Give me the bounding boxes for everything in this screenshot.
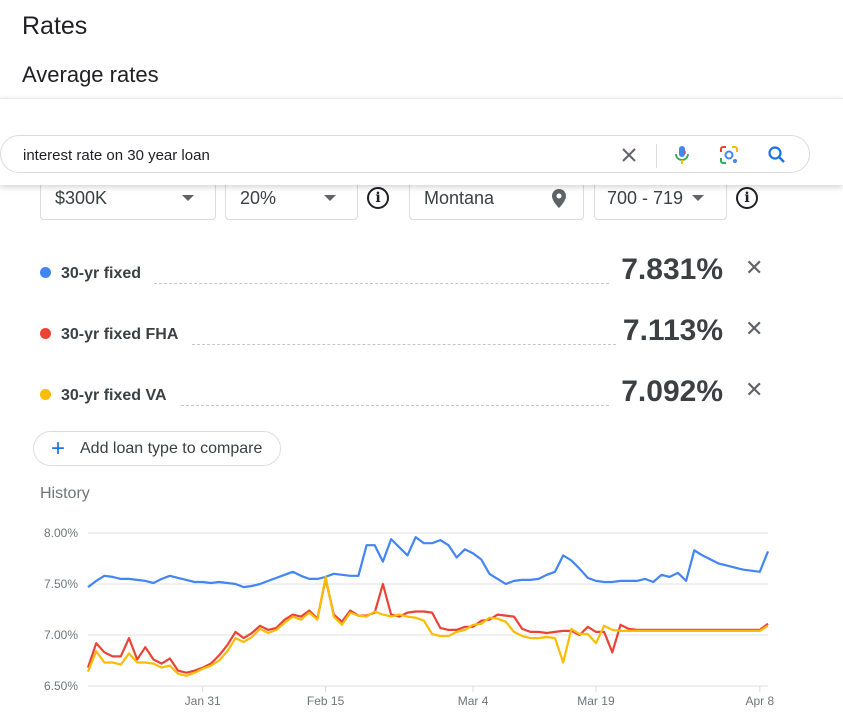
- plus-icon: +: [51, 435, 66, 462]
- rate-label: 30-yr fixed FHA: [61, 326, 179, 343]
- dotted-leader: [154, 283, 609, 284]
- chevron-down-icon: [182, 195, 194, 201]
- microphone-icon[interactable]: [671, 144, 693, 166]
- x-tick-label: Apr 8: [745, 694, 774, 708]
- y-tick-label: 8.00%: [44, 526, 78, 540]
- chart-series: [86, 536, 770, 677]
- chevron-down-icon: [692, 195, 704, 201]
- x-tick-label: Feb 15: [307, 694, 345, 708]
- loan-amount-value: $300K: [55, 188, 108, 208]
- y-tick-label: 7.50%: [44, 577, 78, 591]
- info-icon[interactable]: i: [367, 187, 389, 209]
- down-payment-value: 20%: [240, 188, 277, 208]
- rate-value: 7.113%: [622, 314, 723, 347]
- chart-grid: [88, 532, 768, 687]
- x-tick-label: Jan 31: [185, 694, 221, 708]
- clear-icon[interactable]: [618, 144, 640, 166]
- remove-icon[interactable]: ✕: [745, 255, 763, 281]
- add-loan-type-label: Add loan type to compare: [80, 440, 263, 457]
- rate-value: 7.831%: [621, 253, 723, 286]
- x-tick-label: Mar 4: [458, 694, 489, 708]
- history-line-chart: 8.00% 7.50% 7.00% 6.50% Jan 31 Feb 15 Mar 4 Ma…: [44, 526, 775, 708]
- y-tick-label: 6.50%: [44, 679, 78, 693]
- chevron-down-icon: [324, 195, 336, 201]
- remove-icon[interactable]: ✕: [745, 316, 763, 342]
- search-header: interest rate on 30 year loan: [0, 98, 843, 185]
- search-divider: [656, 144, 657, 168]
- y-tick-label: 7.00%: [44, 628, 78, 642]
- lens-camera-icon[interactable]: [718, 144, 740, 166]
- location-pin-icon: [552, 189, 566, 208]
- search-input[interactable]: interest rate on 30 year loan: [0, 135, 810, 173]
- rate-row-30yr-fixed-fha: 30-yr fixed FHA 7.113% ✕: [40, 312, 770, 352]
- history-heading: History: [40, 485, 90, 502]
- series-line-30-yr-fixed-va: [86, 575, 769, 677]
- rate-value: 7.092%: [621, 375, 723, 408]
- info-icon[interactable]: i: [736, 187, 758, 209]
- remove-icon[interactable]: ✕: [745, 377, 763, 403]
- series-line-30-yr-fixed: [87, 536, 770, 589]
- rate-row-30yr-fixed-va: 30-yr fixed VA 7.092% ✕: [40, 373, 770, 413]
- page-subtitle: Average rates: [22, 62, 159, 87]
- search-query: interest rate on 30 year loan: [23, 147, 210, 164]
- x-tick-label: Mar 19: [577, 694, 615, 708]
- credit-score-value: 700 - 719: [607, 188, 684, 208]
- location-value: Montana: [424, 188, 495, 208]
- x-axis-labels: Jan 31 Feb 15 Mar 4 Mar 19 Apr 8: [185, 686, 774, 708]
- rate-label: 30-yr fixed VA: [61, 387, 167, 404]
- y-axis-labels: 8.00% 7.50% 7.00% 6.50%: [44, 526, 78, 693]
- page-title: Rates: [22, 12, 88, 40]
- rate-label: 30-yr fixed: [61, 265, 142, 282]
- series-dot: [40, 328, 51, 339]
- add-loan-type-button[interactable]: + Add loan type to compare: [33, 431, 281, 466]
- dotted-leader: [181, 405, 609, 406]
- series-dot: [40, 389, 51, 400]
- rate-row-30yr-fixed: 30-yr fixed 7.831% ✕: [40, 251, 770, 291]
- search-icon[interactable]: [766, 144, 788, 166]
- series-dot: [40, 267, 51, 278]
- dotted-leader: [192, 344, 616, 345]
